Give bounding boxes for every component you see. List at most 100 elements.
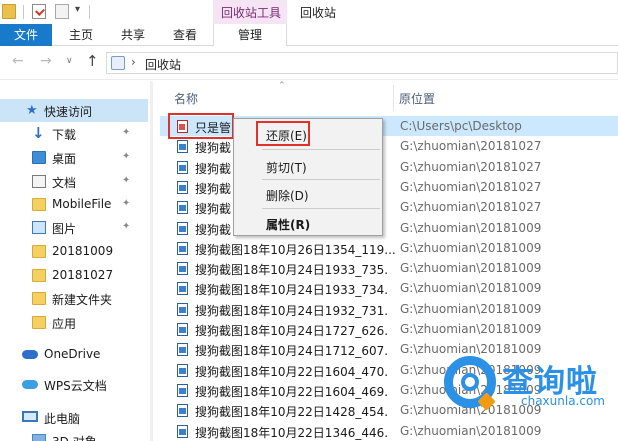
file-name: 搜狗截图18年10月22日1604_470. [195, 364, 389, 379]
highlight-box-restore [256, 121, 310, 146]
sidebar-item-documents[interactable]: 文档 ✦ [0, 170, 148, 193]
sidebar-item-label: 图片 [52, 222, 77, 236]
folder-icon [32, 245, 46, 258]
sidebar-item-label: 应用 [52, 317, 77, 331]
file-original-location: G:\zhuomian\20181027 [400, 179, 542, 194]
tab-file[interactable]: 文件 [0, 24, 52, 46]
sidebar-item-this-pc[interactable]: 此电脑 [0, 406, 148, 429]
file-row[interactable]: 搜狗截图18年10月24日1933_734. G:\zhuomian\201810… [160, 278, 618, 298]
image-file-icon [177, 424, 188, 438]
address-bar[interactable]: › 回收站 [106, 52, 618, 74]
column-header-original-location[interactable]: 原位置 [399, 90, 435, 107]
file-name: 搜狗截 [195, 141, 232, 156]
file-original-location: G:\zhuomian\20181009 [400, 220, 542, 235]
menu-item-properties[interactable]: 属性(R) [266, 216, 310, 233]
file-name: 搜狗截 [195, 161, 232, 176]
file-row[interactable]: 搜狗截图18年10月24日1933_735. G:\zhuomian\201810… [160, 258, 618, 278]
sidebar-item-label: 快速访问 [44, 105, 93, 119]
sidebar-item-pictures[interactable]: 图片 ✦ [0, 216, 148, 239]
sidebar-item-apps[interactable]: 应用 [0, 311, 148, 334]
pin-icon[interactable]: ✦ [122, 151, 130, 162]
file-row[interactable]: 搜狗截 G:\zhuomian\20181027 [160, 177, 618, 197]
tab-home[interactable]: 主页 [60, 24, 102, 46]
file-row[interactable]: 搜狗截图18年10月24日1932_731. G:\zhuomian\201810… [160, 299, 618, 319]
file-original-location: G:\zhuomian\20181027 [400, 200, 542, 215]
navigation-pane-scrollbar[interactable] [150, 81, 153, 441]
file-name: 搜狗截图18年10月24日1727_626. [195, 324, 389, 338]
3d-objects-icon [32, 434, 46, 441]
sidebar-item-label: 文档 [52, 176, 77, 190]
file-name: 搜狗截 [195, 202, 232, 217]
wps-cloud-icon [22, 380, 38, 389]
title-bar: ▾ 回收站工具 回收站 [0, 0, 618, 24]
file-row[interactable]: 搜狗截 G:\zhuomian\20181027 [160, 197, 618, 217]
file-row[interactable]: 搜狗截 G:\zhuomian\20181027 [160, 136, 618, 156]
pin-icon[interactable]: ✦ [122, 198, 130, 209]
sidebar-item-downloads[interactable]: ↓ 下载 ✦ [0, 122, 148, 145]
sidebar-item-label: MobileFile [52, 197, 112, 211]
image-file-icon [177, 383, 188, 397]
sidebar-item-wps-cloud[interactable]: WPS云文档 [0, 373, 148, 396]
computer-icon [22, 411, 38, 422]
menu-item-cut[interactable]: 剪切(T) [266, 159, 307, 176]
sidebar-item-quick-access[interactable]: ★ 快速访问 [0, 99, 148, 122]
sidebar-item-20181009[interactable]: 20181009 [0, 240, 148, 263]
up-arrow-icon[interactable]: ↑ [86, 52, 99, 70]
sidebar-item-onedrive[interactable]: OneDrive [0, 343, 148, 366]
file-row[interactable]: 搜狗截图18年10月26日1354_119... G:\zhuomian\2018… [160, 238, 618, 258]
file-name: 搜狗截图18年10月22日1428_454. [195, 405, 389, 420]
pin-icon[interactable]: ✦ [122, 175, 130, 186]
file-name: 搜狗截 [195, 181, 232, 196]
image-file-icon [177, 180, 188, 194]
file-name: 搜狗截图18年10月24日1933_734. [195, 283, 389, 298]
new-folder-icon[interactable] [55, 4, 69, 19]
file-row[interactable]: 搜狗截 G:\zhuomian\20181027 [160, 157, 618, 177]
sidebar-item-label: 3D 对象 [52, 433, 97, 441]
folder-icon [32, 269, 46, 282]
watermark-text-english: chaxunla.com [521, 394, 605, 408]
back-arrow-icon[interactable]: ← [12, 53, 24, 69]
file-row[interactable]: 搜狗截图18年10月24日1727_626. G:\zhuomian\201810… [160, 319, 618, 339]
sidebar-item-3d-objects[interactable]: 3D 对象 [0, 429, 148, 441]
file-row[interactable]: 搜狗截 G:\zhuomian\20181009 [160, 218, 618, 238]
pin-icon[interactable]: ✦ [122, 127, 130, 138]
tab-manage[interactable]: 管理 [213, 24, 287, 46]
image-file-icon [177, 404, 188, 418]
breadcrumb-separator[interactable]: › [131, 55, 136, 69]
sidebar-item-label: 20181027 [52, 268, 114, 282]
properties-check-icon[interactable] [32, 4, 46, 19]
sidebar-item-desktop[interactable]: 桌面 ✦ [0, 146, 148, 169]
recent-locations-chevron-icon[interactable]: ∨ [66, 56, 73, 66]
column-divider[interactable] [393, 85, 394, 111]
file-original-location: G:\zhuomian\20181027 [400, 139, 542, 154]
column-header-name[interactable]: 名称 [174, 90, 198, 107]
folder-icon [32, 198, 46, 211]
file-original-location: G:\zhuomian\20181027 [400, 159, 542, 174]
image-file-icon [177, 140, 188, 154]
tab-view[interactable]: 查看 [164, 24, 206, 46]
sidebar-item-20181027[interactable]: 20181027 [0, 264, 148, 287]
tab-share[interactable]: 共享 [112, 24, 154, 46]
forward-arrow-icon[interactable]: → [40, 53, 52, 69]
sidebar-item-new-folder[interactable]: 新建文件夹 [0, 287, 148, 310]
column-header-row: ⌃ 名称 原位置 [160, 81, 618, 111]
file-original-location: G:\zhuomian\20181009 [400, 301, 542, 316]
pin-icon[interactable]: ✦ [122, 221, 130, 232]
watermark-logo-core [461, 373, 479, 391]
file-original-location: G:\zhuomian\20181009 [400, 240, 542, 255]
breadcrumb-recycle-bin[interactable]: 回收站 [145, 56, 181, 73]
file-name: 搜狗截图18年10月24日1932_731. [195, 303, 389, 318]
file-name: 搜狗截 [195, 222, 232, 237]
menu-item-delete[interactable]: 删除(D) [266, 187, 309, 204]
sidebar-item-label: 此电脑 [44, 412, 81, 426]
customize-quick-access-dropdown[interactable]: ▾ [75, 4, 80, 15]
highlight-box-selected-file [168, 113, 234, 139]
download-arrow-icon: ↓ [32, 124, 45, 142]
file-name: 搜狗截图18年10月22日1346_446. [195, 425, 389, 440]
file-original-location: G:\zhuomian\20181009 [400, 423, 542, 438]
sidebar-item-mobilefile[interactable]: MobileFile ✦ [0, 193, 148, 216]
window-title: 回收站 [300, 6, 337, 20]
file-row[interactable]: 搜狗截图18年10月22日1346_446. G:\zhuomian\201810… [160, 421, 618, 441]
image-file-icon [177, 363, 188, 377]
image-file-icon [177, 323, 188, 336]
